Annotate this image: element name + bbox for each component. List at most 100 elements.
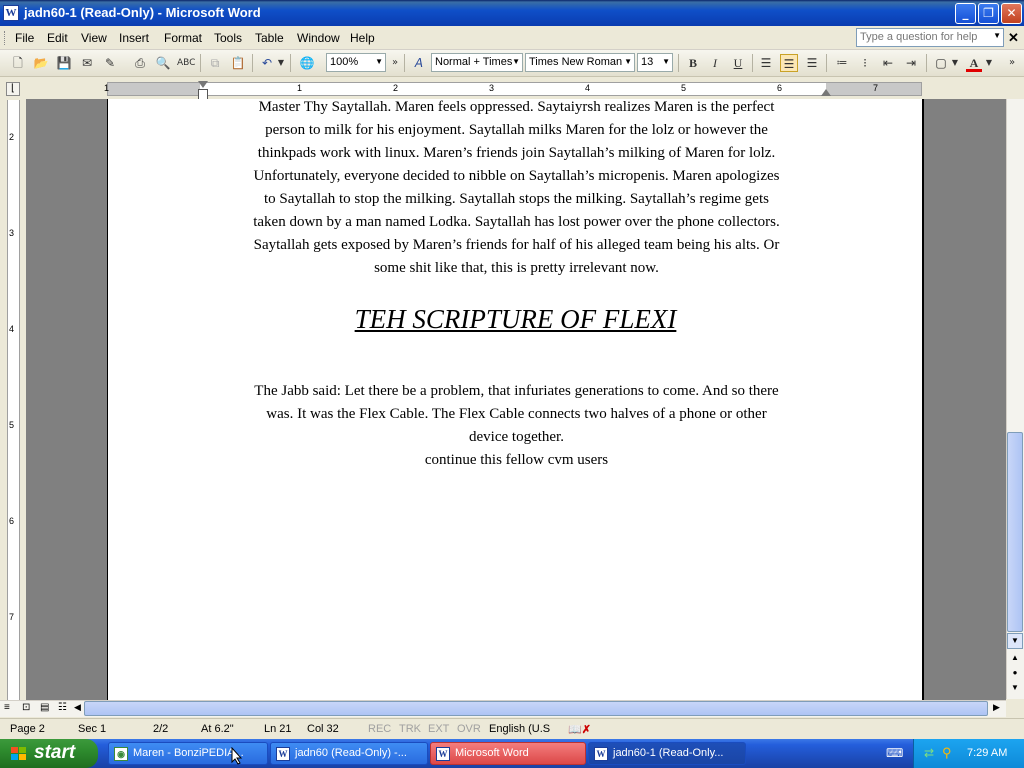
status-language[interactable]: English (U.S [489,723,550,735]
spelling-icon[interactable]: ABC [177,54,195,72]
chevron-down-icon[interactable]: ▼ [993,31,1001,40]
close-button[interactable]: ✕ [1001,3,1022,24]
numbering-icon[interactable]: ≔ [833,54,851,72]
browse-object-icon[interactable]: ● [1007,666,1023,682]
menu-grip[interactable] [4,31,7,45]
horizontal-scroll-thumb[interactable] [84,701,988,716]
print-icon[interactable]: ⎙ [131,54,149,72]
toolbar-separator [252,54,253,72]
next-page-icon[interactable]: ▼ [1007,681,1023,697]
web-layout-icon[interactable]: ⊡ [22,702,30,713]
minimize-button[interactable]: _ [955,3,976,24]
web-globe-icon[interactable]: 🌐 [298,54,316,72]
copy-icon[interactable]: ⧉ [206,54,224,72]
print-preview-icon[interactable]: 🔍 [154,54,172,72]
italic-button[interactable]: I [706,54,724,72]
taskbar-item-word-jadn60-1[interactable]: W jadn60-1 (Read-Only... [588,742,746,765]
ruler-number: 2 [393,83,399,93]
menu-tools[interactable]: Tools [214,31,242,45]
save-icon[interactable]: 💾 [55,54,73,72]
status-trk[interactable]: TRK [399,723,421,735]
menu-insert[interactable]: Insert [119,31,149,45]
new-document-icon[interactable]: 🗋 [9,54,27,72]
text-line: taken down by a man named Lodka. Saytall… [253,214,780,230]
print-layout-icon[interactable]: ▤ [40,702,49,713]
toolbar-options-icon[interactable]: » [389,54,401,72]
ruler-number: 3 [489,83,495,93]
zoom-select[interactable]: 100% ▼ [326,53,386,72]
text-line: was. It was the Flex Cable. The Flex Cab… [266,406,767,422]
align-right-icon[interactable]: ☰ [803,54,821,72]
text-line: Master Thy Saytallah. Maren feels oppres… [258,99,775,115]
status-ext[interactable]: EXT [428,723,449,735]
chevron-down-icon[interactable]: ▼ [950,54,960,72]
scroll-right-button[interactable]: ▶ [993,702,1000,713]
toolbar-options-icon[interactable]: » [1005,54,1019,72]
styles-pane-icon[interactable]: A [410,54,428,72]
chevron-down-icon: ▼ [624,57,632,66]
vertical-scroll-thumb[interactable] [1007,432,1023,632]
font-size-select[interactable]: 13 ▼ [637,53,673,72]
ruler-scale[interactable] [107,82,922,96]
close-document-button[interactable]: ✕ [1008,30,1019,46]
vertical-ruler-scale[interactable] [7,100,20,700]
underline-button[interactable]: U [729,54,747,72]
toolbar-separator [290,54,291,72]
chevron-down-icon[interactable]: ▼ [984,54,994,72]
first-line-indent-marker[interactable] [198,81,208,88]
section-heading[interactable]: TEH SCRIPTURE OF FLEXI [108,304,923,335]
paragraph-flex[interactable]: The Jabb said: Let there be a problem, t… [208,380,825,472]
status-rec[interactable]: REC [368,723,391,735]
menu-format[interactable]: Format [164,31,202,45]
status-ovr[interactable]: OVR [457,723,481,735]
help-search-input[interactable]: Type a question for help ▼ [856,28,1004,47]
undo-icon[interactable]: ↶ [258,54,276,72]
border-icon[interactable]: ▢ [932,54,950,72]
align-center-icon[interactable]: ☰ [780,54,798,72]
paragraph-body[interactable]: Master Thy Saytallah. Maren feels oppres… [208,96,825,280]
font-select[interactable]: Times New Roman ▼ [525,53,635,72]
menu-edit[interactable]: Edit [47,31,68,45]
mouse-cursor-icon [231,747,243,765]
network-icon[interactable]: ⇄ [924,746,934,760]
text-line: device together. [469,429,564,445]
style-select[interactable]: Normal + Times ▼ [431,53,523,72]
scroll-down-button[interactable]: ▼ [1007,633,1023,649]
vruler-number: 5 [9,420,15,430]
taskbar-item-browser[interactable]: ◉ Maren - BonziPEDIA... [108,742,268,765]
tab-selector[interactable]: ⌊ [6,82,20,96]
increase-indent-icon[interactable]: ⇥ [902,54,920,72]
menu-help[interactable]: Help [350,31,375,45]
spelling-status-icon[interactable]: 📖✗ [568,723,591,736]
normal-view-icon[interactable]: ≡ [4,702,10,713]
previous-page-icon[interactable]: ▲ [1007,651,1023,667]
bullets-icon[interactable]: ⁝ [856,54,874,72]
align-left-icon[interactable]: ☰ [757,54,775,72]
taskbar-item-microsoft-word[interactable]: W Microsoft Word [430,742,586,765]
bold-button[interactable]: B [684,54,702,72]
clock[interactable]: 7:29 AM [967,747,1007,759]
toolbar-separator [926,54,927,72]
scroll-left-button[interactable]: ◀ [74,702,81,713]
toolbar-separator [826,54,827,72]
chevron-down-icon[interactable]: ▼ [276,54,286,72]
search-icon[interactable]: ⚲ [942,745,952,761]
permission-icon[interactable]: ✉ [78,54,96,72]
text-line: Saytallah gets exposed by Maren’s friend… [253,237,780,253]
open-folder-icon[interactable]: 📂 [32,54,50,72]
restore-button[interactable]: ❐ [978,3,999,24]
menu-view[interactable]: View [81,31,107,45]
email-icon[interactable]: ✎ [101,54,119,72]
paste-icon[interactable]: 📋 [229,54,247,72]
taskbar-item-word-jadn60[interactable]: W jadn60 (Read-Only) -... [270,742,428,765]
menu-window[interactable]: Window [297,31,340,45]
menu-file[interactable]: File [15,31,34,45]
menu-table[interactable]: Table [255,31,284,45]
outline-view-icon[interactable]: ☷ [58,702,67,713]
text-line: to Saytallah to stop the milking. Saytal… [264,191,769,207]
decrease-indent-icon[interactable]: ⇤ [879,54,897,72]
right-indent-marker[interactable] [821,89,831,96]
keyboard-icon[interactable]: ⌨ [886,746,903,760]
document-page[interactable]: Master Thy Saytallah. Maren feels oppres… [107,99,924,700]
word-app-icon[interactable]: W [3,5,19,21]
